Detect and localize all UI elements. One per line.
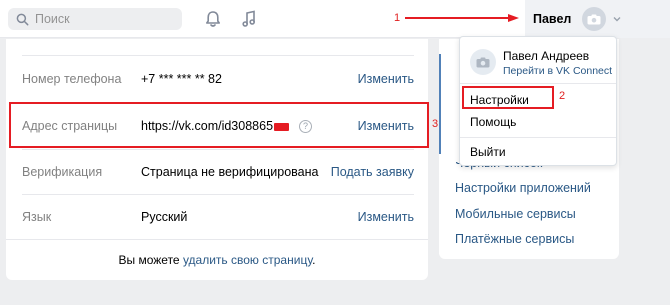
delete-note-prefix: Вы можете	[118, 253, 183, 267]
avatar	[582, 7, 607, 31]
nav-item-mobile-services[interactable]: Мобильные сервисы	[455, 207, 576, 221]
camera-icon	[587, 14, 601, 24]
annotation-highlight-box	[462, 86, 554, 109]
divider	[22, 149, 414, 150]
verification-label: Верификация	[22, 165, 103, 179]
divider	[22, 194, 414, 195]
vk-connect-link[interactable]: Перейти в VK Connect	[503, 65, 612, 77]
language-value: Русский	[141, 210, 188, 224]
annotation-number-2: 2	[559, 90, 566, 102]
phone-label: Номер телефона	[22, 72, 122, 86]
header-user-name: Павел	[533, 12, 572, 26]
phone-change-link[interactable]: Изменить	[358, 72, 414, 86]
active-indicator	[439, 54, 441, 154]
menu-item-help[interactable]: Помощь	[470, 115, 516, 129]
delete-note-suffix: .	[312, 253, 316, 267]
menu-item-logout[interactable]: Выйти	[470, 145, 506, 159]
annotation-highlight-box	[9, 102, 429, 148]
annotation-number-1: 1	[394, 12, 401, 24]
camera-icon	[476, 57, 490, 67]
search-input[interactable]	[35, 12, 175, 26]
music-icon[interactable]	[239, 9, 259, 29]
nav-item-app-settings[interactable]: Настройки приложений	[455, 181, 591, 195]
chevron-down-icon	[613, 17, 621, 22]
language-change-link[interactable]: Изменить	[358, 210, 414, 224]
nav-item-payment-services[interactable]: Платёжные сервисы	[455, 232, 574, 246]
phone-value: +7 *** *** ** 82	[141, 72, 222, 86]
language-label: Язык	[22, 210, 52, 224]
annotation-number-3: 3	[432, 118, 439, 130]
notifications-bell-icon[interactable]	[203, 9, 223, 29]
divider	[22, 55, 414, 56]
annotation-arrow-icon	[405, 14, 519, 22]
search-icon	[16, 13, 29, 25]
delete-page-link[interactable]: удалить свою страницу	[183, 253, 312, 267]
divider	[6, 239, 428, 240]
verification-value: Страница не верифицирована	[141, 165, 319, 179]
verification-apply-link[interactable]: Подать заявку	[331, 165, 414, 179]
delete-page-note: Вы можете удалить свою страницу.	[6, 253, 428, 267]
divider	[460, 137, 616, 138]
dropdown-avatar	[470, 49, 496, 75]
user-menu-toggle[interactable]: Павел	[525, 0, 670, 38]
divider	[460, 83, 616, 84]
top-header: Павел	[0, 0, 670, 38]
dropdown-user-name[interactable]: Павел Андреев	[503, 49, 589, 63]
settings-panel: Номер телефона +7 *** *** ** 82 Изменить…	[6, 39, 428, 280]
search-box[interactable]	[8, 8, 182, 30]
